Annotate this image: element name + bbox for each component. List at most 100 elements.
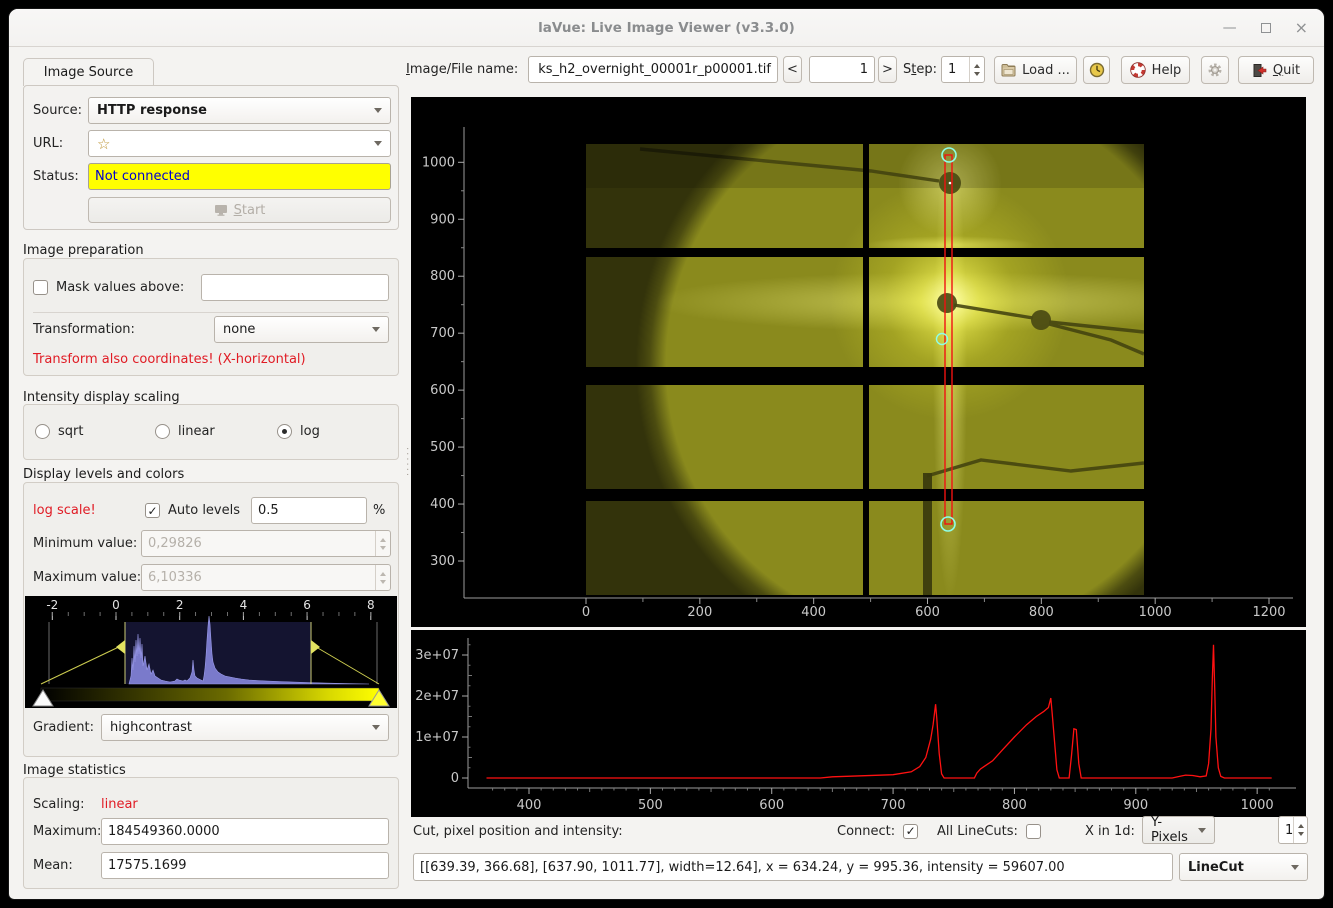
load-button[interactable]: Load ... bbox=[994, 56, 1077, 84]
gradient-bar bbox=[41, 688, 379, 701]
transformation-label: Transformation: bbox=[33, 316, 135, 343]
x-tick-label: 800 bbox=[1029, 605, 1054, 620]
levels-histogram-widget[interactable]: -202468 bbox=[25, 596, 397, 708]
y-tick-label: 400 bbox=[430, 497, 455, 512]
image-plot-2d[interactable]: 0200400600800100012003004005006007008009… bbox=[411, 97, 1306, 627]
stats-mean-label: Mean: bbox=[33, 852, 73, 879]
x-tick-label: 0 bbox=[582, 605, 590, 620]
load-icon bbox=[1001, 63, 1016, 77]
cut-info-input[interactable]: [[639.39, 366.68], [637.90, 1011.77], wi… bbox=[413, 853, 1173, 881]
tool-select[interactable]: LineCut bbox=[1179, 853, 1308, 881]
radio-sqrt[interactable]: sqrt bbox=[35, 424, 83, 439]
step-label: Step: bbox=[903, 56, 937, 83]
step-spinbox[interactable]: 1 bbox=[941, 56, 985, 83]
stats-scaling-value: linear bbox=[101, 795, 138, 813]
all-linecuts-toggle[interactable]: All LineCuts: bbox=[937, 819, 1041, 843]
hist-tick-label: 0 bbox=[112, 598, 120, 612]
chevron-down-icon bbox=[1198, 828, 1206, 833]
chevron-down-icon bbox=[372, 327, 380, 332]
y-tick-label: 600 bbox=[430, 383, 455, 398]
y-tick-label: 300 bbox=[430, 554, 455, 569]
intensity-scaling-header: Intensity display scaling bbox=[23, 390, 180, 405]
start-button[interactable]: Start bbox=[88, 197, 391, 223]
settings-button[interactable] bbox=[1201, 56, 1229, 84]
transform-warning: Transform also coordinates! (X-horizonta… bbox=[33, 352, 306, 367]
help-button[interactable]: Help bbox=[1121, 56, 1190, 84]
status-value: Not connected bbox=[88, 163, 391, 190]
percent-label: % bbox=[373, 497, 385, 524]
file-name-input[interactable]: ks_h2_overnight_00001r_p00001.tif bbox=[528, 56, 778, 83]
quit-icon bbox=[1252, 63, 1267, 78]
auto-levels-checkbox bbox=[145, 503, 160, 518]
x-tick-label: 900 bbox=[1123, 798, 1148, 813]
url-label: URL: bbox=[33, 130, 63, 157]
x-tick-label: 600 bbox=[759, 798, 784, 813]
auto-levels-toggle[interactable]: Auto levels bbox=[145, 497, 240, 524]
x-tick-label: 1000 bbox=[1139, 605, 1172, 620]
next-frame-button[interactable]: > bbox=[878, 56, 897, 83]
quit-button[interactable]: Quit bbox=[1238, 56, 1314, 84]
close-icon[interactable]: × bbox=[1295, 20, 1308, 36]
mask-value-input[interactable] bbox=[201, 274, 389, 301]
mask-checkbox[interactable] bbox=[33, 280, 48, 295]
transformation-select[interactable]: none bbox=[214, 316, 389, 343]
stats-maximum-label: Maximum: bbox=[33, 818, 101, 845]
connect-toggle[interactable]: Connect: bbox=[837, 819, 918, 843]
mask-row: Mask values above: bbox=[33, 274, 184, 301]
x-in-1d-select[interactable]: Y-Pixels bbox=[1142, 816, 1215, 844]
y-tick-label: 3e+07 bbox=[415, 648, 459, 663]
frame-number-input[interactable]: 1 bbox=[809, 56, 875, 83]
chevron-down-icon bbox=[374, 108, 382, 113]
radio-icon bbox=[155, 424, 170, 439]
maximum-value-spinbox[interactable]: 6,10336 bbox=[141, 564, 391, 591]
auto-levels-percent-input[interactable]: 0.5 bbox=[251, 497, 367, 524]
connect-checkbox bbox=[903, 824, 918, 839]
favorite-star-icon[interactable]: ☆ bbox=[97, 135, 110, 153]
x-tick-label: 700 bbox=[881, 798, 906, 813]
linecut-plot-1d[interactable]: 400500600700800900100001e+072e+073e+07 bbox=[411, 630, 1306, 817]
minimize-icon[interactable]: — bbox=[1223, 21, 1237, 35]
gradient-select[interactable]: highcontrast bbox=[101, 714, 389, 741]
cut-position-label: Cut, pixel position and intensity: bbox=[413, 819, 623, 843]
clock-icon bbox=[1089, 62, 1105, 78]
vertical-splitter-handle[interactable]: ······ bbox=[404, 447, 408, 478]
file-name-label: Image/File name: bbox=[406, 56, 518, 83]
y-tick-label: 1000 bbox=[422, 155, 455, 170]
stats-mean-value[interactable]: 17575.1699 bbox=[101, 852, 389, 879]
x-tick-label: 400 bbox=[517, 798, 542, 813]
status-label: Status: bbox=[33, 163, 79, 190]
radio-icon bbox=[35, 424, 50, 439]
titlebar: laVue: Live Image Viewer (v3.3.0) — × bbox=[9, 9, 1324, 47]
image-statistics-header: Image statistics bbox=[23, 763, 126, 778]
radio-log[interactable]: log bbox=[277, 424, 320, 439]
hist-tick-label: 2 bbox=[176, 598, 184, 612]
maximum-value-label: Maximum value: bbox=[33, 564, 141, 591]
y-tick-label: 900 bbox=[430, 212, 455, 227]
x-tick-label: 1200 bbox=[1252, 605, 1285, 620]
divider bbox=[33, 312, 389, 313]
hist-tick-label: 4 bbox=[240, 598, 248, 612]
tab-image-source[interactable]: Image Source bbox=[23, 58, 154, 86]
window-title: laVue: Live Image Viewer (v3.3.0) bbox=[9, 9, 1324, 47]
source-label: Source: bbox=[33, 97, 82, 124]
log-scale-note: log scale! bbox=[33, 497, 96, 524]
url-combobox[interactable]: ☆ bbox=[88, 130, 391, 157]
y-tick-label: 2e+07 bbox=[415, 689, 459, 704]
chevron-down-icon bbox=[1291, 865, 1299, 870]
prev-frame-button[interactable]: < bbox=[783, 56, 802, 83]
maximize-icon[interactable] bbox=[1261, 23, 1271, 33]
x-tick-label: 800 bbox=[1002, 798, 1027, 813]
linecut-count-spinbox[interactable]: 1 bbox=[1278, 816, 1308, 844]
gear-icon bbox=[1207, 62, 1223, 78]
radio-linear[interactable]: linear bbox=[155, 424, 215, 439]
source-select[interactable]: HTTP response bbox=[88, 97, 391, 124]
stats-maximum-value[interactable]: 184549360.0000 bbox=[101, 818, 389, 845]
minimum-value-spinbox[interactable]: 0,29826 bbox=[141, 530, 391, 557]
chevron-down-icon bbox=[372, 725, 380, 730]
timer-button[interactable] bbox=[1083, 56, 1110, 84]
help-icon bbox=[1130, 62, 1146, 78]
hist-tick-label: 8 bbox=[367, 598, 375, 612]
mask-label: Mask values above: bbox=[56, 280, 184, 295]
x-tick-label: 1000 bbox=[1241, 798, 1274, 813]
hist-tick-label: 6 bbox=[303, 598, 311, 612]
